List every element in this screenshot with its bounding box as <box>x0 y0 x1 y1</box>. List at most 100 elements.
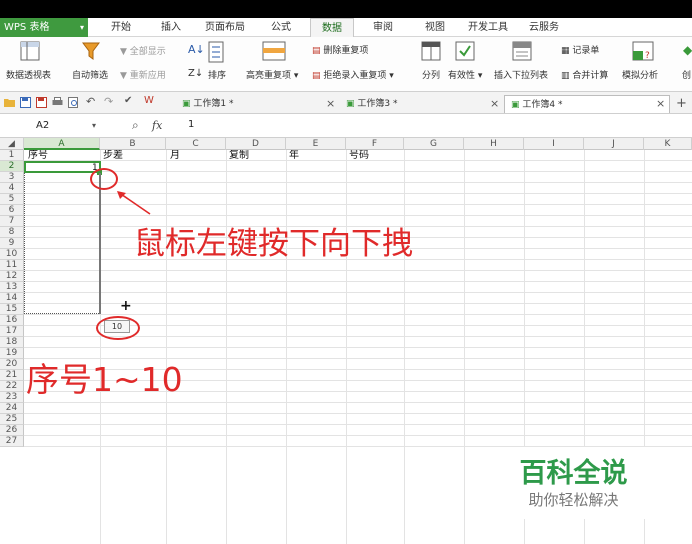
row-header[interactable]: 26 <box>0 425 24 436</box>
reapply-button[interactable]: ▼ 重新应用 <box>120 68 166 81</box>
wps-icon[interactable]: W <box>144 95 155 106</box>
split-columns-icon[interactable] <box>421 41 441 61</box>
tab-view[interactable]: 视图 <box>418 18 452 37</box>
column-header[interactable]: C <box>166 138 226 150</box>
column-header[interactable]: B <box>100 138 166 150</box>
record-form-button[interactable]: ▦ 记录单 <box>561 43 599 56</box>
app-menu-button[interactable]: WPS 表格 ▾ <box>0 18 88 37</box>
column-header[interactable]: G <box>404 138 464 150</box>
filter-icon[interactable] <box>82 41 100 61</box>
split-button[interactable]: 分列 <box>422 68 440 81</box>
format-painter-icon[interactable]: ✔ <box>124 95 135 106</box>
row-header[interactable]: 15 <box>0 304 24 315</box>
sort-icon[interactable] <box>208 41 224 63</box>
print-preview-icon[interactable] <box>68 97 79 108</box>
show-all-button[interactable]: ▼ 全部显示 <box>120 44 166 57</box>
row-header[interactable]: 18 <box>0 337 24 348</box>
row-header[interactable]: 9 <box>0 238 24 249</box>
save-icon[interactable] <box>20 97 31 108</box>
simulation-button[interactable]: 模拟分析 <box>622 68 658 81</box>
workbook-tab-4[interactable]: ▣ 工作簿4 * <box>504 95 670 113</box>
create-button[interactable]: 创 <box>682 68 691 81</box>
select-all-corner[interactable]: ◢ <box>0 138 24 150</box>
delete-duplicates-button[interactable]: ▤ 删除重复项 <box>312 43 368 56</box>
tab-home[interactable]: 开始 <box>104 18 138 37</box>
tab-review[interactable]: 审阅 <box>366 18 400 37</box>
row-header[interactable]: 3 <box>0 172 24 183</box>
sort-desc-icon[interactable]: Z↓ <box>188 68 203 79</box>
row-header[interactable]: 24 <box>0 403 24 414</box>
tab-cloud[interactable]: 云服务 <box>524 18 564 37</box>
close-icon[interactable]: × <box>326 95 335 113</box>
row-header[interactable]: 27 <box>0 436 24 447</box>
column-header[interactable]: J <box>584 138 644 150</box>
row-header[interactable]: 19 <box>0 348 24 359</box>
column-header[interactable]: K <box>644 138 692 150</box>
row-header[interactable]: 16 <box>0 315 24 326</box>
row-header[interactable]: 12 <box>0 271 24 282</box>
cell-d1[interactable]: 复制 <box>229 150 249 161</box>
close-icon[interactable]: × <box>490 95 499 113</box>
row-header[interactable]: 25 <box>0 414 24 425</box>
row-header[interactable]: 1 <box>0 150 24 161</box>
save-as-icon[interactable] <box>36 97 47 108</box>
column-header[interactable]: D <box>226 138 286 150</box>
column-header[interactable]: A <box>24 138 100 150</box>
row-header[interactable]: 8 <box>0 227 24 238</box>
workbook-tab-1[interactable]: ▣ 工作簿1 * <box>176 95 326 113</box>
tab-data[interactable]: 数据 <box>310 18 354 37</box>
pivot-table-icon[interactable] <box>20 41 40 61</box>
column-header[interactable]: H <box>464 138 524 150</box>
active-cell[interactable] <box>24 161 101 173</box>
highlight-duplicates-button[interactable]: 高亮重复项 ▾ <box>246 68 298 81</box>
validity-button[interactable]: 有效性 ▾ <box>448 68 482 81</box>
row-header[interactable]: 23 <box>0 392 24 403</box>
row-header[interactable]: 17 <box>0 326 24 337</box>
open-folder-icon[interactable] <box>4 97 15 108</box>
workbook-tab-3[interactable]: ▣ 工作簿3 * <box>340 95 490 113</box>
zoom-search-icon[interactable]: ⌕ <box>132 118 139 133</box>
row-header[interactable]: 20 <box>0 359 24 370</box>
cell-f1[interactable]: 号码 <box>349 150 369 161</box>
insert-dropdown-button[interactable]: 插入下拉列表 <box>494 68 548 81</box>
row-header[interactable]: 22 <box>0 381 24 392</box>
cell-b1[interactable]: 步差 <box>103 150 123 161</box>
row-header[interactable]: 10 <box>0 249 24 260</box>
validity-icon[interactable] <box>455 41 475 61</box>
cell-e1[interactable]: 年 <box>289 150 299 161</box>
tab-formula[interactable]: 公式 <box>264 18 298 37</box>
row-header[interactable]: 11 <box>0 260 24 271</box>
simulation-icon[interactable]: ? <box>632 41 654 61</box>
cell-a1[interactable]: 序号 <box>28 150 48 161</box>
formula-input[interactable]: 1 <box>188 119 194 130</box>
auto-filter-button[interactable]: 自动筛选 <box>72 68 108 81</box>
close-icon[interactable]: × <box>656 95 665 113</box>
undo-icon[interactable]: ↶ <box>86 95 97 108</box>
highlight-duplicates-icon[interactable] <box>262 41 286 61</box>
row-header[interactable]: 14 <box>0 293 24 304</box>
column-header[interactable]: I <box>524 138 584 150</box>
row-header[interactable]: 6 <box>0 205 24 216</box>
dropdown-list-icon[interactable] <box>512 41 532 61</box>
create-icon[interactable]: ◆ <box>683 43 692 57</box>
tab-insert[interactable]: 插入 <box>154 18 188 37</box>
reject-duplicates-button[interactable]: ▤ 拒绝录入重复项 ▾ <box>312 68 394 81</box>
print-icon[interactable] <box>52 97 63 108</box>
pivot-table-button[interactable]: 数据透视表 <box>6 68 51 81</box>
row-header[interactable]: 21 <box>0 370 24 381</box>
tab-developer[interactable]: 开发工具 <box>462 18 514 37</box>
cell-c1[interactable]: 月 <box>170 150 180 161</box>
redo-icon[interactable]: ↷ <box>104 95 115 108</box>
fx-icon[interactable]: fx <box>152 119 162 132</box>
row-header[interactable]: 2 <box>0 161 24 172</box>
row-header[interactable]: 7 <box>0 216 24 227</box>
row-header[interactable]: 13 <box>0 282 24 293</box>
sort-asc-icon[interactable]: A↓ <box>188 43 205 56</box>
new-tab-button[interactable]: + <box>676 95 687 113</box>
name-box[interactable]: A2 ▾ <box>6 117 100 135</box>
consolidate-button[interactable]: ▥ 合并计算 <box>561 68 608 81</box>
tab-page-layout[interactable]: 页面布局 <box>200 18 250 37</box>
row-header[interactable]: 4 <box>0 183 24 194</box>
column-header[interactable]: F <box>346 138 404 150</box>
sort-button[interactable]: 排序 <box>208 68 226 81</box>
